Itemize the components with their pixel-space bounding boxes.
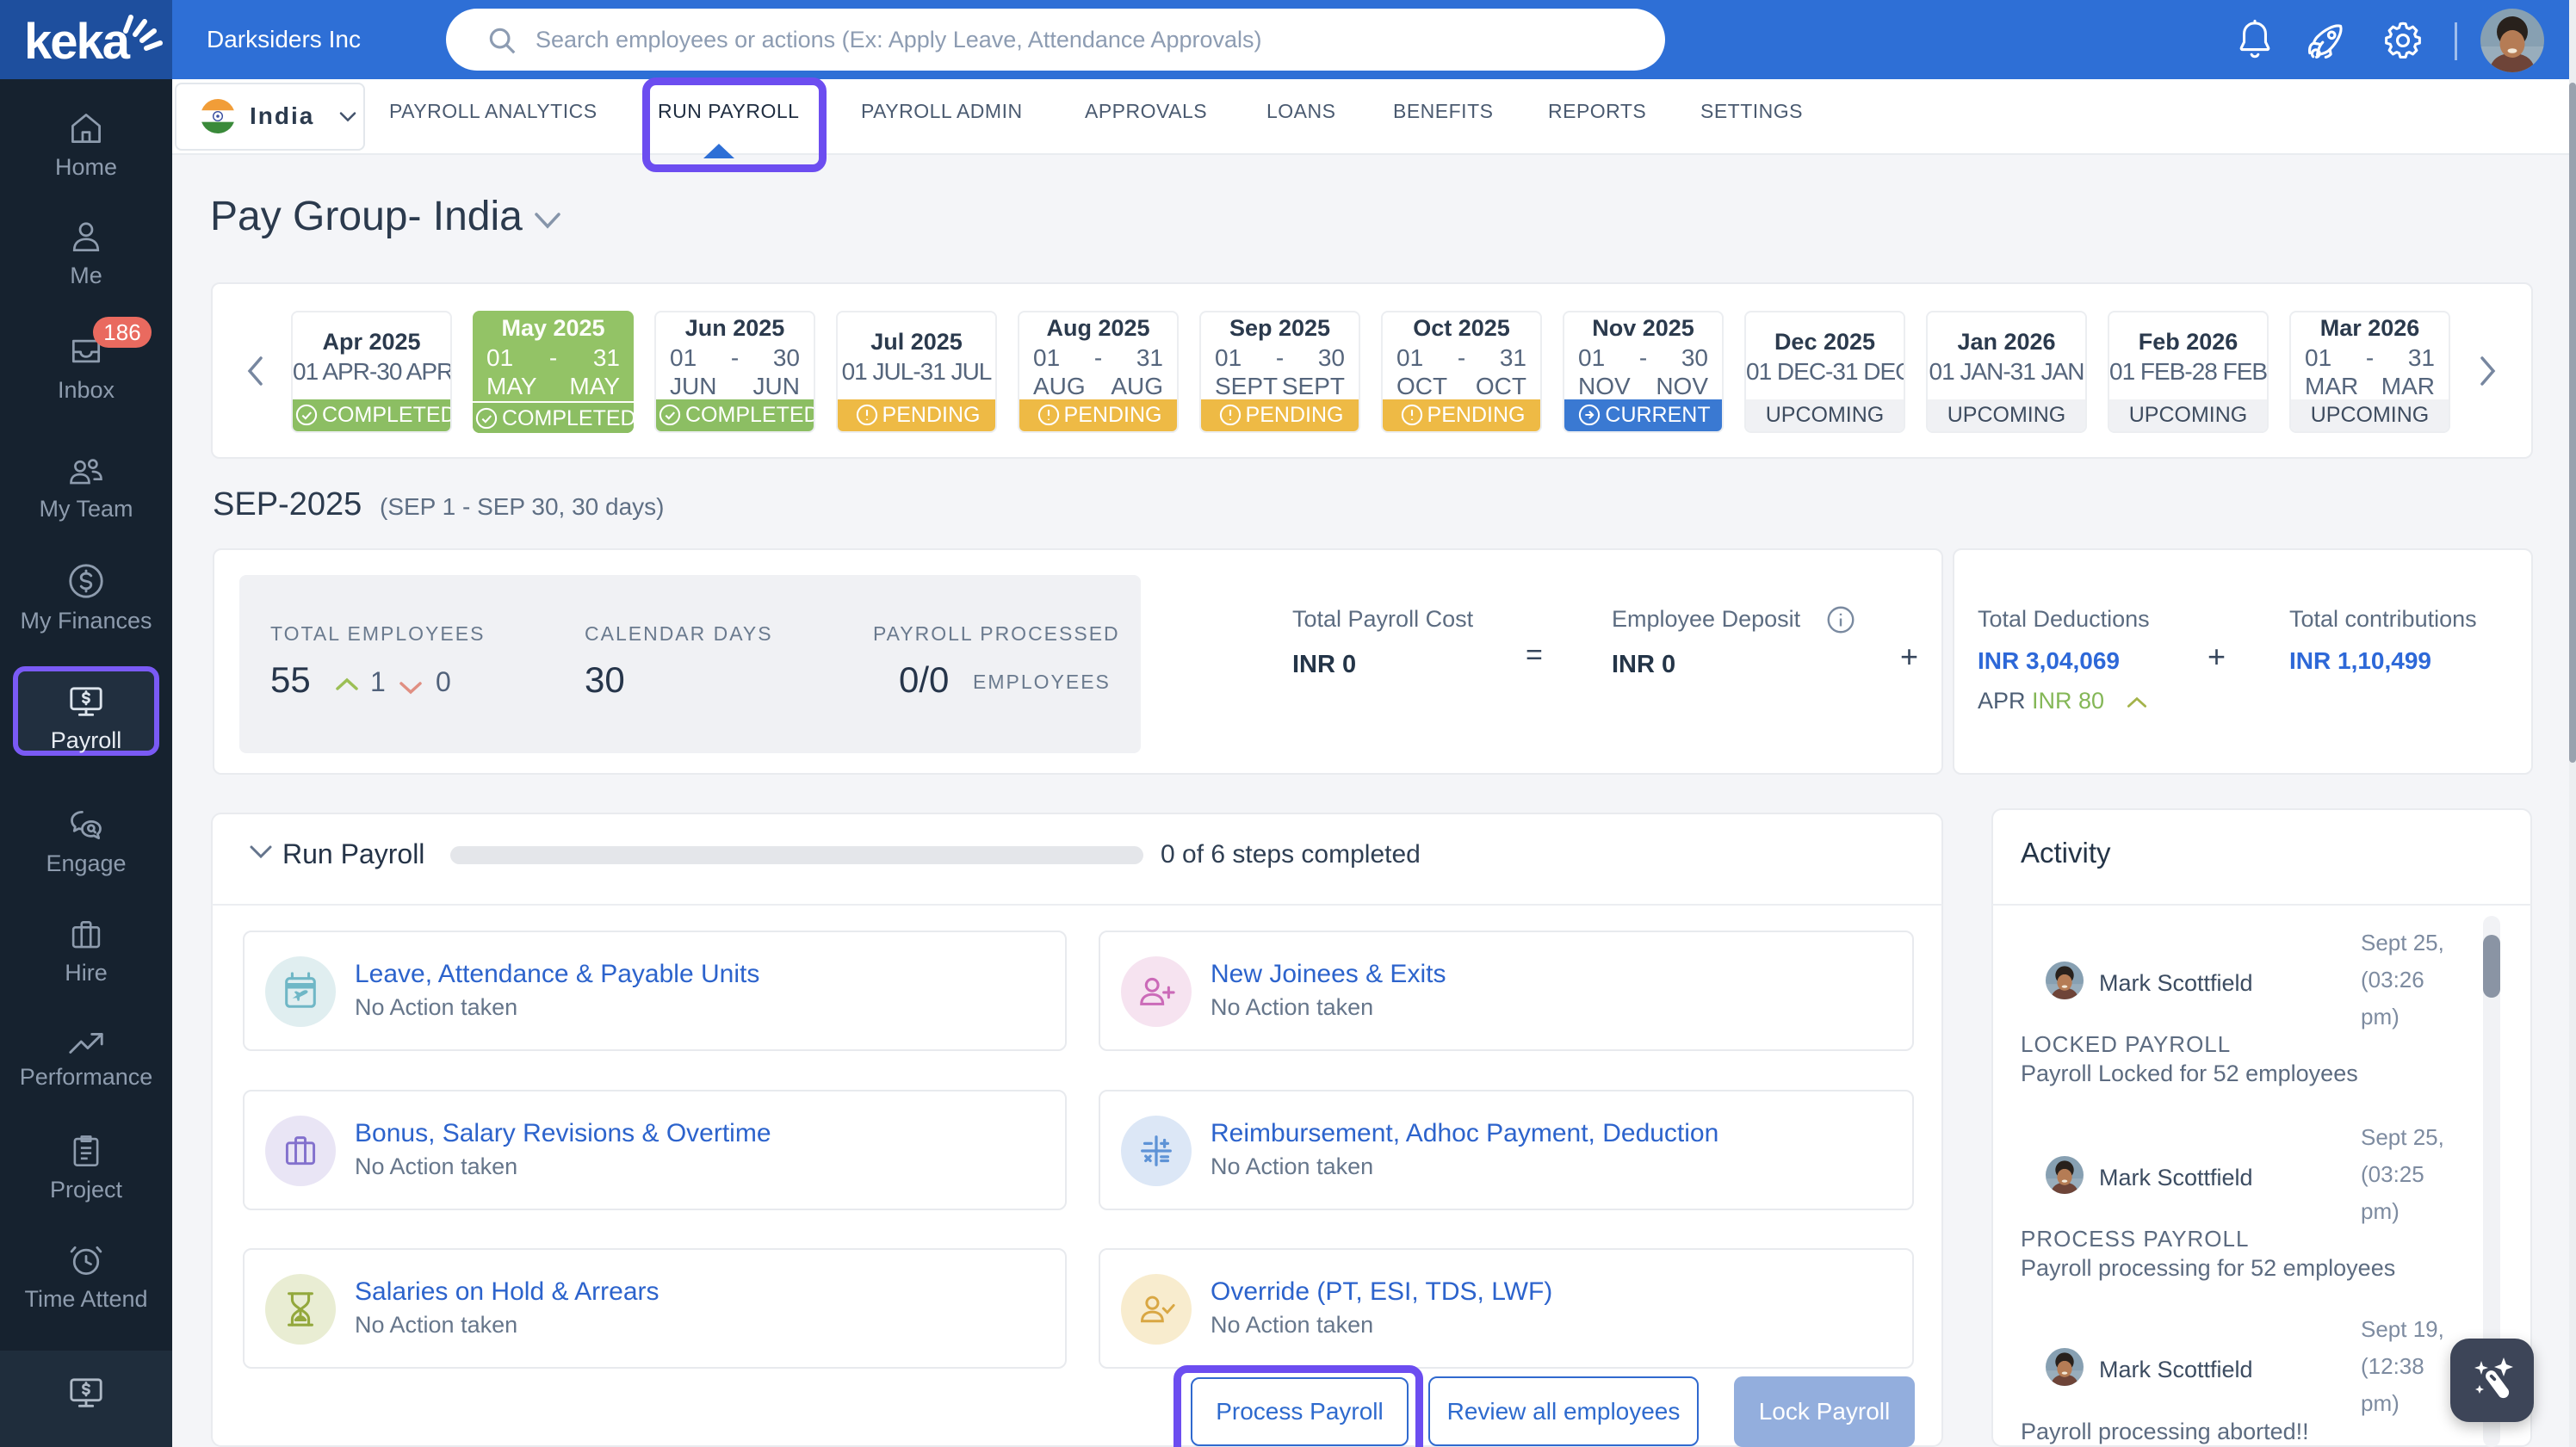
svg-text:keka: keka (24, 14, 131, 70)
